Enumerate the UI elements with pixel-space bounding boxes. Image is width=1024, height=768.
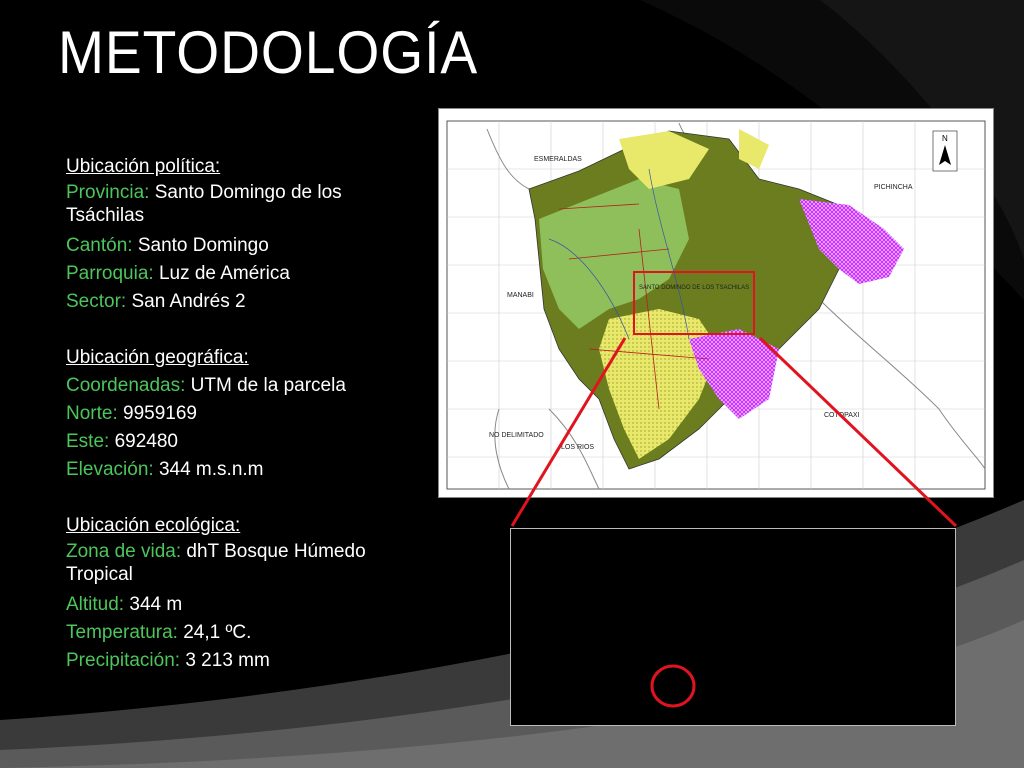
label-esmeraldas: ESMERALDAS (534, 156, 582, 163)
label-los-rios: LOS RIOS (561, 444, 594, 451)
geographic-norte: Norte: 9959169 (66, 403, 197, 424)
north-arrow-icon: N (932, 130, 958, 172)
label-pichincha: PICHINCHA (874, 184, 913, 191)
political-sector: Sector: San Andrés 2 (66, 291, 246, 312)
political-canton: Cantón: Santo Domingo (66, 235, 269, 256)
label-cotopaxi: COTOPAXI (824, 412, 860, 419)
political-parroquia: Parroquia: Luz de América (66, 263, 290, 284)
ecological-altitud: Altitud: 344 m (66, 594, 183, 615)
zoom-inset-frame (510, 528, 956, 726)
label-no-delimitado: NO DELIMITADO (489, 432, 544, 439)
ecological-temperatura: Temperatura: 24,1 ºC. (66, 622, 252, 643)
slide-content: Ubicación política: Provincia: Santo Dom… (66, 153, 406, 675)
political-provincia: Provincia: Santo Domingo de los Tsáchila… (66, 182, 342, 226)
geographic-este: Este: 692480 (66, 431, 178, 452)
slide-title: METODOLOGÍA (58, 19, 479, 86)
svg-text:N: N (942, 134, 948, 143)
geographic-coordenadas: Coordenadas: UTM de la parcela (66, 375, 346, 396)
label-santo-domingo: SANTO DOMINGO DE LOS TSACHILAS (639, 285, 749, 291)
ecological-precipitacion: Precipitación: 3 213 mm (66, 650, 270, 671)
political-heading: Ubicación política: (66, 156, 221, 177)
geographic-heading: Ubicación geográfica: (66, 347, 249, 368)
region-map: ESMERALDAS PICHINCHA MANABI COTOPAXI NO … (438, 108, 994, 498)
geographic-elevacion: Elevación: 344 m.s.n.m (66, 459, 264, 480)
label-manabi: MANABI (507, 292, 534, 299)
ecological-heading: Ubicación ecológica: (66, 515, 241, 536)
map-drawing: ESMERALDAS PICHINCHA MANABI COTOPAXI NO … (446, 120, 986, 490)
ecological-zona-de-vida: Zona de vida: dhT Bosque Húmedo Tropical (66, 541, 366, 585)
